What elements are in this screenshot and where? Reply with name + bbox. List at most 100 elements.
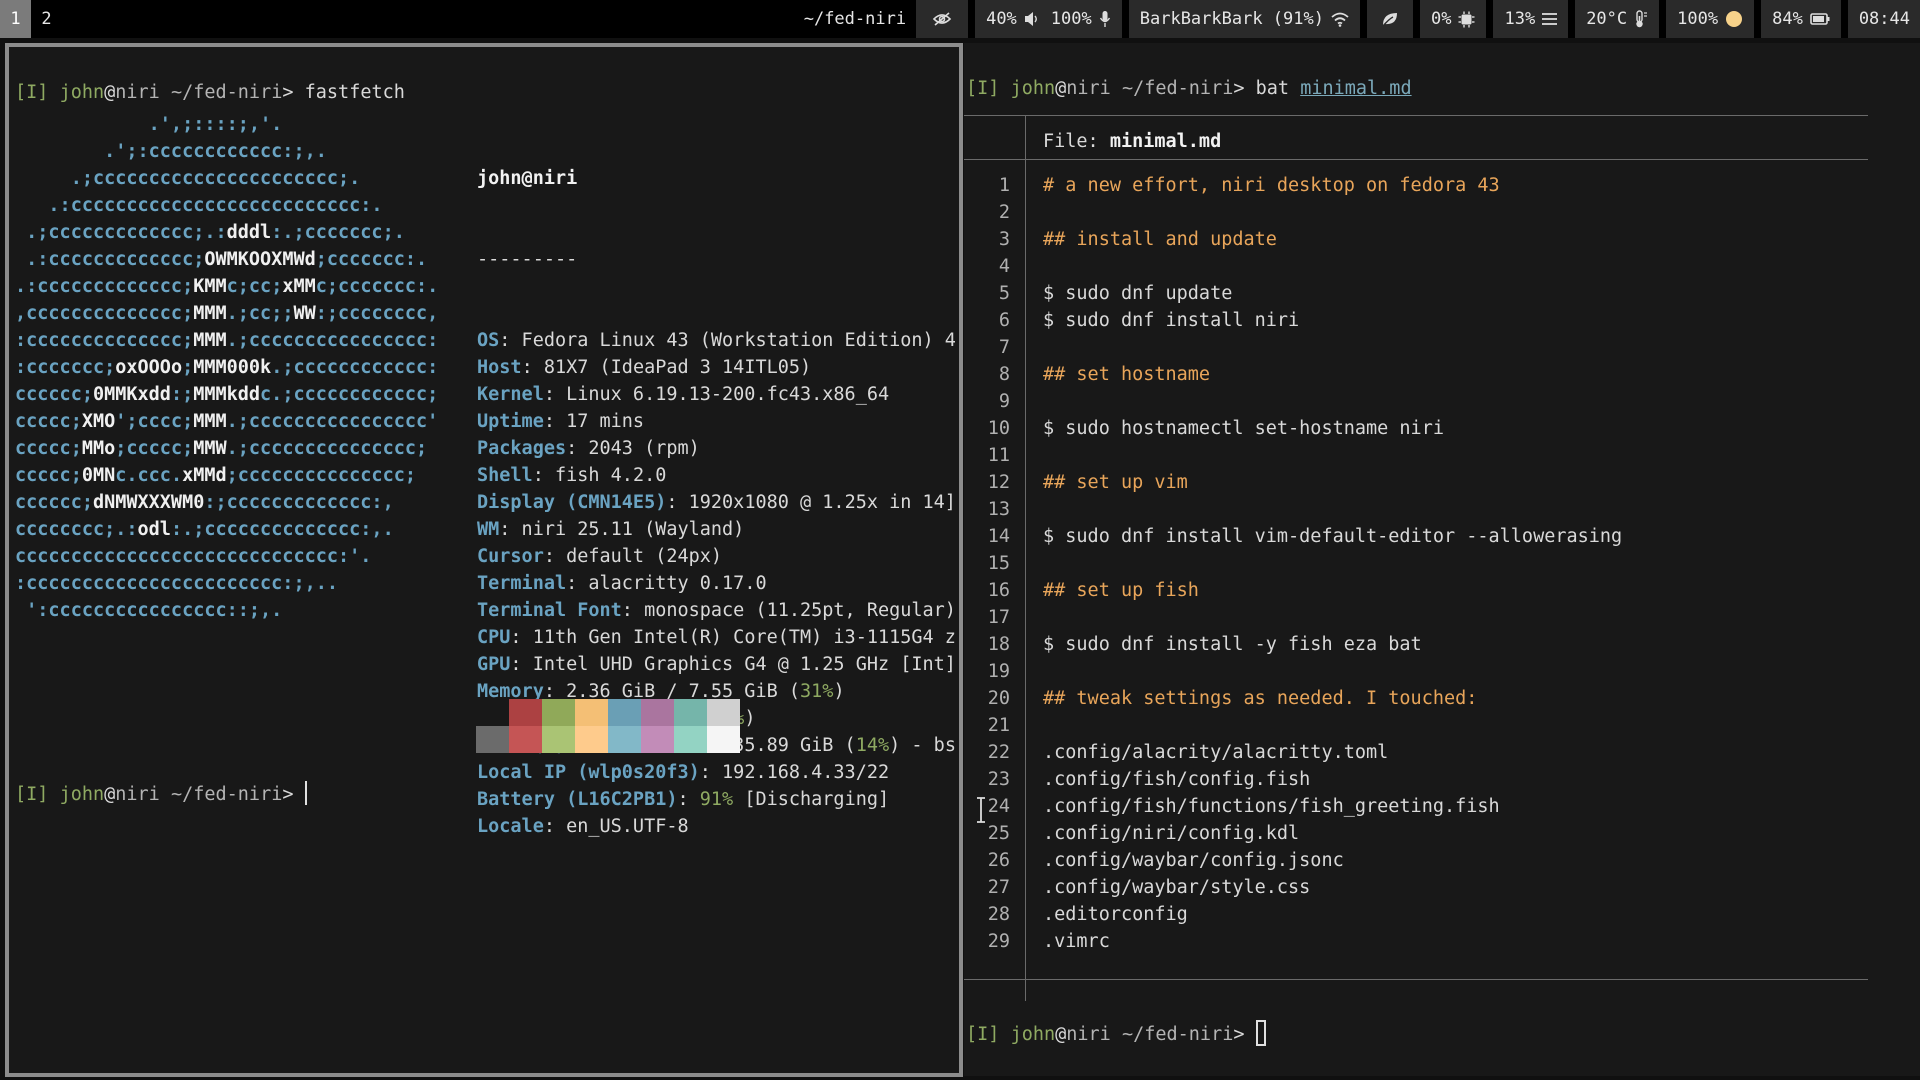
info-row: Display (CMN14E5): 1920x1080 @ 1.25x in … <box>477 489 956 516</box>
info-value: : 1920x1080 @ 1.25x in 14] <box>666 492 956 513</box>
info-percent: 14% <box>855 735 890 756</box>
cpu-value: 0% <box>1430 9 1452 29</box>
palette-swatch <box>575 726 608 753</box>
code-line: ## set hostname <box>1043 364 1211 385</box>
bat-header-rule <box>964 159 1868 160</box>
network-module[interactable]: BarkBarkBark (91%) <box>1128 0 1360 38</box>
info-row: Terminal: alacritty 0.17.0 <box>477 570 956 597</box>
code-line: $ sudo dnf install niri <box>1043 310 1300 331</box>
info-key: Host <box>477 357 522 378</box>
line-number: 8 <box>998 364 1010 385</box>
line-number: 16 <box>987 580 1010 601</box>
code-line: $ sudo hostnamectl set-hostname niri <box>1043 418 1444 439</box>
file-link[interactable]: minimal.md <box>1300 78 1411 99</box>
info-value: : monospace (11.25pt, Regular) <box>621 600 956 621</box>
line-number: 22 <box>987 742 1010 763</box>
line-number: 20 <box>987 688 1010 709</box>
prompt-line-1: [I] john@niri ~/fed-niri> fastfetch <box>15 82 405 103</box>
logo-line: .',;::::;,'. <box>15 114 283 135</box>
logo-line: :ccccccc;oxOOOo;MMM000k.;cccccccccccc: <box>15 357 439 378</box>
info-key: Kernel <box>477 384 544 405</box>
workspace-2-button[interactable]: 2 <box>31 0 62 38</box>
code-line: .config/niri/config.kdl <box>1043 823 1300 844</box>
bar-spacer <box>62 0 804 38</box>
info-percent: 91% <box>699 789 734 810</box>
line-number: 1 <box>998 175 1010 196</box>
terminal-window-left[interactable]: [I] john@niri ~/fed-niri> fastfetch .',;… <box>5 43 963 1077</box>
info-title: john@niri <box>477 168 578 189</box>
info-row: Kernel: Linux 6.19.13-200.fc43.x86_64 <box>477 381 956 408</box>
info-row: Uptime: 17 mins <box>477 408 956 435</box>
line-number: 12 <box>987 472 1010 493</box>
battery-module[interactable]: 84% <box>1761 0 1841 38</box>
text-cursor-ibeam-icon <box>977 797 985 823</box>
palette-swatch <box>674 726 707 753</box>
command-text: fastfetch <box>304 82 405 103</box>
info-key: Packages <box>477 438 567 459</box>
line-number: 26 <box>987 850 1010 871</box>
temperature-value: 20°C <box>1586 9 1628 29</box>
info-value: : en_US.UTF-8 <box>543 816 689 837</box>
backlight-module[interactable]: 100% <box>1666 0 1755 38</box>
clock-module[interactable]: 08:44 <box>1847 0 1920 38</box>
info-row: Cursor: default (24px) <box>477 543 956 570</box>
line-number: 21 <box>987 715 1010 736</box>
code-line: ## set up vim <box>1043 472 1188 493</box>
line-number: 23 <box>987 769 1010 790</box>
volume-value: 40% <box>986 9 1017 29</box>
line-number: 2 <box>998 202 1010 223</box>
line-number: 6 <box>998 310 1010 331</box>
power-profile-module[interactable] <box>1366 0 1413 38</box>
idle-inhibitor-icon <box>932 12 952 26</box>
palette-swatch <box>608 726 641 753</box>
info-key: Shell <box>477 465 533 486</box>
temperature-module[interactable]: 20°C <box>1575 0 1660 38</box>
palette-swatch <box>575 699 608 726</box>
info-key: OS <box>477 330 500 351</box>
info-value: : Linux 6.19.13-200.fc43.x86_64 <box>543 384 890 405</box>
info-tail: ) - bs <box>889 735 956 756</box>
info-value: : 2043 (rpm) <box>566 438 700 459</box>
info-key: Display (CMN14E5) <box>477 492 667 513</box>
code-line: $ sudo dnf install -y fish eza bat <box>1043 634 1422 655</box>
audio-module[interactable]: 40% 100% <box>975 0 1122 38</box>
info-value: : 11th Gen Intel(R) Core(TM) i3-1115G4 z <box>510 627 956 648</box>
info-key: Uptime <box>477 411 544 432</box>
line-number: 4 <box>998 256 1010 277</box>
info-tail: [Discharging] <box>733 789 890 810</box>
speaker-icon <box>1024 12 1037 26</box>
memory-module[interactable]: 13% <box>1493 0 1569 38</box>
window-title: ~/fed-niri <box>803 9 907 29</box>
workspace-1-button[interactable]: 1 <box>0 0 31 38</box>
code-line: ## install and update <box>1043 229 1277 250</box>
logo-line: ccccc;XMO';cccc;MMM.;cccccccccccccccc' <box>15 411 439 432</box>
line-number: 24 <box>987 796 1010 817</box>
code-line: .editorconfig <box>1043 904 1188 925</box>
code-line: ## set up fish <box>1043 580 1199 601</box>
info-key: WM <box>477 519 500 540</box>
info-tail: ) <box>833 681 845 702</box>
battery-value: 84% <box>1772 9 1803 29</box>
palette-swatch <box>641 699 674 726</box>
memory-icon <box>1542 13 1558 25</box>
terminal-window-right[interactable]: [I] john@niri ~/fed-niri> bat minimal.md… <box>964 43 1920 1076</box>
info-key: Battery (L16C2PB1) <box>477 789 678 810</box>
idle-inhibitor-module[interactable] <box>916 0 969 38</box>
code-line: .config/waybar/style.css <box>1043 877 1311 898</box>
cpu-module[interactable]: 0% <box>1419 0 1487 38</box>
info-tail: ) <box>744 708 756 729</box>
logo-line: cccccccc;.:odl:.;cccccccccccccc:,. <box>15 519 394 540</box>
wifi-value: BarkBarkBark (91%) <box>1139 9 1324 29</box>
info-value: : niri 25.11 (Wayland) <box>499 519 745 540</box>
top-bar: 1 2 ~/fed-niri 40% 100% BarkBarkBark (91… <box>0 0 1920 38</box>
thermometer-icon <box>1636 10 1648 28</box>
system-info: john@niri --------- OS: Fedora Linux 43 … <box>477 111 956 894</box>
info-row: WM: niri 25.11 (Wayland) <box>477 516 956 543</box>
wifi-icon <box>1331 12 1349 27</box>
logo-line: .:ccccccccccccc;OWMKOOXMWd;ccccccc:. <box>15 249 428 270</box>
info-value: : Intel UHD Graphics G4 @ 1.25 GHz [Int] <box>510 654 956 675</box>
text-cursor-block <box>1255 1020 1266 1046</box>
logo-line: :ccccccccccccccccccccccc:;,.. <box>15 573 339 594</box>
info-value: : default (24px) <box>543 546 723 567</box>
palette-swatch <box>542 699 575 726</box>
